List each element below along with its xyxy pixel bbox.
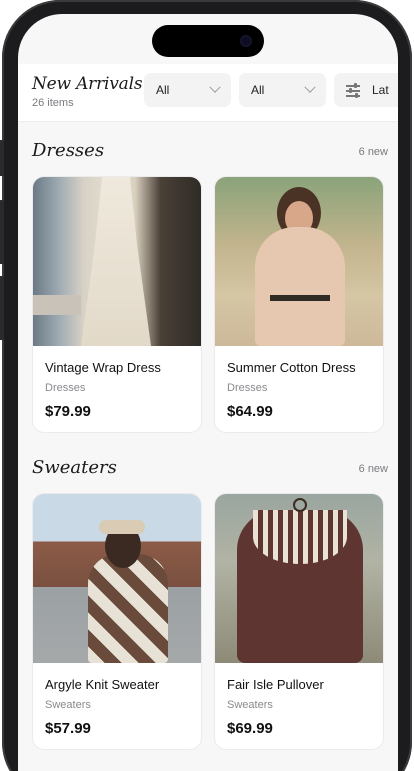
dynamic-island (152, 25, 264, 57)
filter-dropdown-1[interactable]: All (144, 73, 231, 107)
product-carousel[interactable]: Argyle Knit Sweater Sweaters $57.99 Fair… (32, 493, 384, 750)
volume-down-button (0, 276, 4, 340)
item-count: 26 items (32, 97, 74, 109)
chevron-down-icon (209, 81, 221, 93)
product-price: $79.99 (45, 403, 91, 420)
product-price: $64.99 (227, 403, 273, 420)
section-header: Sweaters 6 new (18, 455, 398, 495)
header: New Arrivals 26 items All All Lat (18, 64, 398, 122)
product-image (215, 494, 383, 663)
filter-label: All (251, 83, 265, 97)
product-card[interactable]: Summer Cotton Dress Dresses $64.99 (214, 176, 384, 433)
product-card[interactable]: Vintage Wrap Dress Dresses $79.99 (32, 176, 202, 433)
filter-bar: All All Lat (144, 73, 398, 107)
product-price: $69.99 (227, 720, 273, 737)
sort-label: Lat (372, 83, 389, 97)
sort-dropdown[interactable]: Lat (334, 73, 398, 107)
filter-label: All (156, 83, 170, 97)
filter-dropdown-2[interactable]: All (239, 73, 326, 107)
product-category: Dresses (45, 382, 86, 394)
section-header: Dresses 6 new (18, 138, 398, 178)
page-title: New Arrivals (32, 74, 143, 94)
title-block: New Arrivals 26 items (32, 74, 143, 109)
product-image (33, 494, 201, 663)
product-name: Fair Isle Pullover (227, 677, 324, 692)
product-name: Argyle Knit Sweater (45, 677, 160, 692)
camera-icon (240, 35, 252, 47)
sliders-icon (346, 83, 360, 98)
product-carousel[interactable]: Vintage Wrap Dress Dresses $79.99 Summer… (32, 176, 384, 433)
product-name: Vintage Wrap Dress (45, 360, 161, 375)
phone-frame: New Arrivals 26 items All All Lat Dresse… (0, 0, 412, 771)
product-category: Dresses (227, 382, 268, 394)
action-button (0, 140, 4, 176)
product-image (215, 177, 383, 346)
product-category: Sweaters (45, 699, 91, 711)
product-price: $57.99 (45, 720, 91, 737)
product-card[interactable]: Argyle Knit Sweater Sweaters $57.99 (32, 493, 202, 750)
new-count: 6 new (358, 146, 388, 158)
section-dresses: Dresses 6 new Vintage Wrap Dress Dresses… (18, 138, 398, 433)
section-title: Dresses (32, 140, 105, 161)
chevron-down-icon (304, 81, 316, 93)
section-sweaters: Sweaters 6 new Argyle Knit Sweater Sweat… (18, 455, 398, 750)
new-count: 6 new (358, 463, 388, 475)
section-title: Sweaters (32, 457, 117, 478)
product-card[interactable]: Fair Isle Pullover Sweaters $69.99 (214, 493, 384, 750)
volume-up-button (0, 200, 4, 264)
screen: New Arrivals 26 items All All Lat Dresse… (18, 14, 398, 771)
product-category: Sweaters (227, 699, 273, 711)
product-name: Summer Cotton Dress (227, 360, 356, 375)
product-image (33, 177, 201, 346)
